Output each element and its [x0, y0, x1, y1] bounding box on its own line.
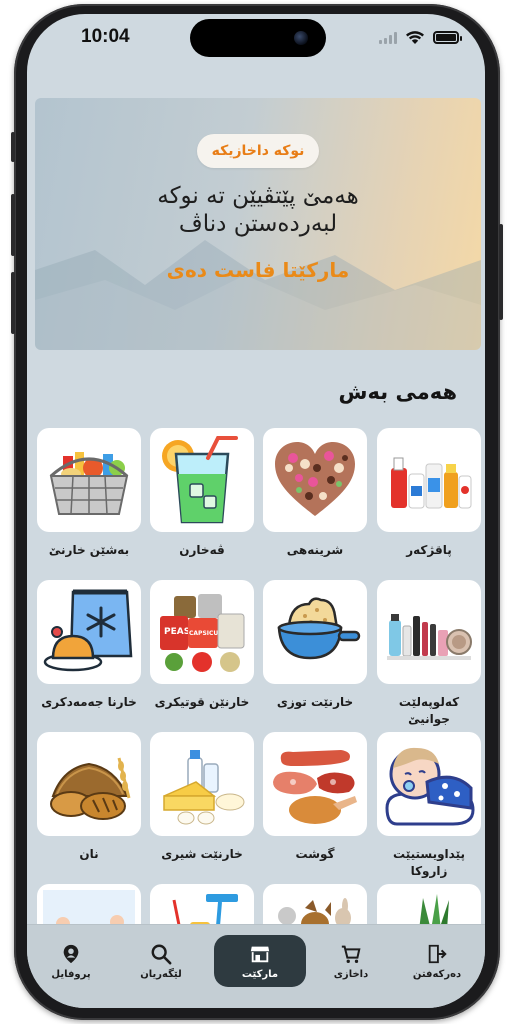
category-card[interactable]: PEAS CAPSICUM: [150, 580, 254, 684]
category-label: خارنا جەمەدکری: [41, 695, 137, 709]
signal-icon: [379, 31, 397, 44]
category-card[interactable]: [377, 580, 481, 684]
category-tile-cleaning[interactable]: پاقژکەر: [377, 428, 481, 559]
category-tile-groceries[interactable]: بەشێن خارنێ: [37, 428, 141, 559]
category-card[interactable]: [263, 732, 367, 836]
nav-search[interactable]: لێگەریان: [117, 933, 205, 989]
category-tile-drinks[interactable]: ڤەخارن: [150, 428, 254, 559]
category-card[interactable]: [150, 428, 254, 532]
nav-profile-label: پروفایل: [51, 968, 91, 980]
category-label: کەلوپەلێت جوانیێ: [398, 695, 460, 726]
promo-banner[interactable]: نوکە داخازیکە هەمێ پێتڤیێن تە نوکە لبەرد…: [35, 98, 481, 350]
category-tile-meat[interactable]: گوشت: [263, 732, 367, 863]
mute-switch: [11, 132, 15, 162]
nav-profile[interactable]: پروفایل: [27, 933, 115, 989]
powder-bowl-icon: [277, 597, 361, 660]
category-tile-cosmetics[interactable]: کەلوپەلێت جوانیێ: [377, 580, 481, 728]
nav-search-label: لێگەریان: [140, 968, 182, 980]
nav-logout-label: دەرکەفتن: [412, 968, 462, 980]
baby-icon: [385, 747, 475, 826]
status-bar: 10:04: [27, 14, 485, 68]
sweets-heart-icon: [275, 442, 355, 516]
grocery-basket-icon: [49, 452, 129, 515]
cosmetics-icon: [387, 614, 472, 660]
dairy-icon: [163, 750, 245, 825]
category-label: ڤەخارن: [179, 543, 225, 557]
category-label: شرینەهی: [286, 543, 344, 557]
category-tile-frozen[interactable]: خارنا جەمەدکری: [37, 580, 141, 711]
category-label: خارنێت توزی: [276, 695, 354, 709]
profile-icon: [63, 944, 79, 963]
banner-badge[interactable]: نوکە داخازیکە: [197, 134, 319, 168]
category-label: بەشێن خارنێ: [48, 543, 130, 557]
category-card[interactable]: [37, 428, 141, 532]
section-title: هەمی بەش: [338, 380, 457, 404]
category-label: گوشت: [295, 847, 335, 861]
nav-orders[interactable]: داخازی: [307, 933, 395, 989]
frozen-food-icon: [43, 589, 133, 672]
category-card[interactable]: [37, 580, 141, 684]
banner-headline-line1: هەمێ پێتڤیێن تە نوکە: [157, 183, 359, 209]
app-screen: 10:04 نوکە داخازیکە هەمێ پێتڤیێن تە نوکە…: [27, 14, 485, 1008]
svg-text:PEAS: PEAS: [164, 627, 190, 637]
category-card[interactable]: [377, 428, 481, 532]
category-tile-baby[interactable]: پێداویستیێت زاروکا: [377, 732, 481, 880]
category-card[interactable]: [377, 732, 481, 836]
camera-lens: [294, 31, 308, 45]
category-tile-dairy[interactable]: خارنێت شیری: [150, 732, 254, 863]
category-label: خارنێت شیری: [161, 847, 243, 861]
category-tile-bread[interactable]: نان: [37, 732, 141, 863]
nav-orders-label: داخازی: [333, 968, 369, 980]
nav-market[interactable]: مارکێت: [214, 935, 306, 987]
category-label: پێداویستیێت زاروکا: [392, 847, 466, 878]
power-button: [499, 224, 503, 320]
bread-icon: [50, 757, 131, 820]
category-label: پاقژکەر: [406, 543, 452, 557]
status-time: 10:04: [81, 26, 130, 47]
wifi-icon: [406, 31, 424, 44]
bottom-navigation: دەرکەفتن داخازی مارکێت لێگەریان پروفایل: [27, 924, 485, 1008]
status-icons: [379, 30, 462, 45]
category-tile-canned[interactable]: PEAS CAPSICUM خارنێن قوتیکری: [150, 580, 254, 711]
category-label: نان: [79, 847, 99, 861]
drink-glass-icon: [162, 436, 238, 524]
volume-up-button: [11, 194, 15, 256]
category-tile-powder[interactable]: خارنێت توزی: [263, 580, 367, 711]
category-card[interactable]: [150, 732, 254, 836]
cleaning-products-icon: [391, 457, 472, 509]
nav-logout[interactable]: دەرکەفتن: [393, 933, 481, 989]
battery-icon: [433, 31, 462, 44]
category-card[interactable]: [37, 732, 141, 836]
meat-icon: [273, 750, 357, 824]
canned-food-icon: PEAS CAPSICUM: [160, 594, 245, 672]
banner-headline: هەمێ پێتڤیێن تە نوکە لبەردەستن دناڤ: [75, 182, 441, 238]
category-card[interactable]: [263, 580, 367, 684]
banner-headline-line2: لبەردەستن دناڤ: [178, 211, 338, 237]
store-icon: [250, 946, 270, 962]
banner-subline: مارکێتا فاست دەی: [166, 258, 350, 282]
cart-icon: [341, 945, 361, 963]
search-icon: [151, 944, 172, 964]
volume-down-button: [11, 272, 15, 334]
category-tile-sweets[interactable]: شرینەهی: [263, 428, 367, 559]
logout-icon: [428, 944, 447, 963]
category-card[interactable]: [263, 428, 367, 532]
nav-market-label: مارکێت: [241, 968, 279, 980]
category-label: خارنێن قوتیکری: [154, 695, 250, 709]
dynamic-island: [190, 19, 326, 57]
